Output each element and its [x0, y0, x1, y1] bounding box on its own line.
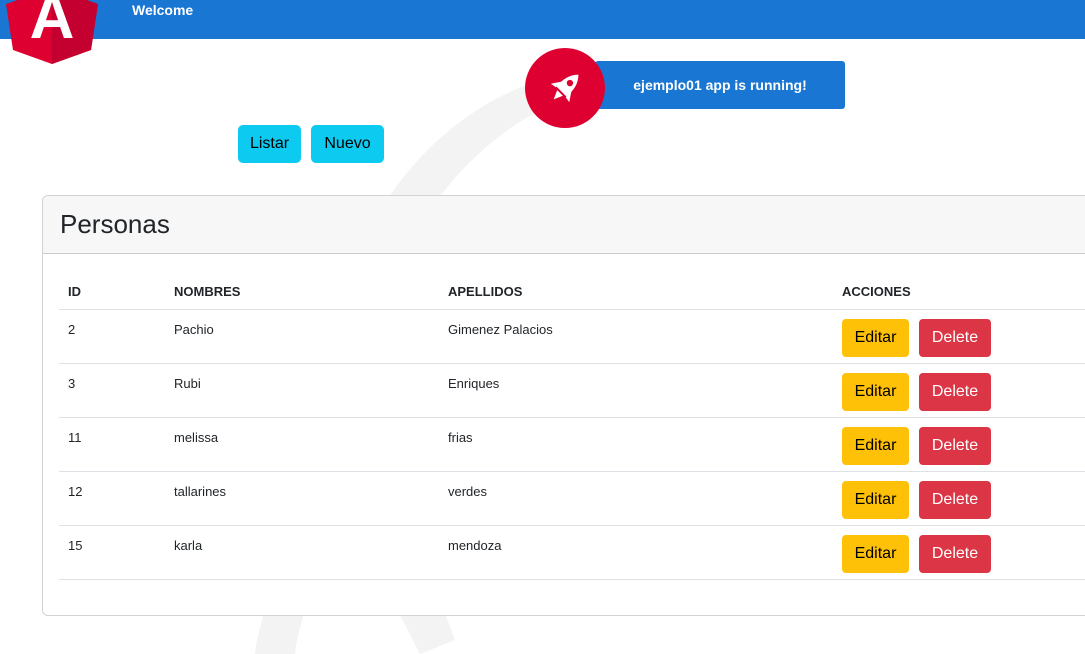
delete-button[interactable]: Delete [919, 535, 991, 573]
table-row: 3 Rubi Enriques Editar Delete [59, 363, 1085, 418]
cell-id: 3 [59, 363, 165, 418]
cell-nombres: Rubi [165, 363, 439, 418]
rocket-icon [550, 74, 579, 103]
cell-nombres: tallarines [165, 471, 439, 526]
top-toolbar: A Welcome [0, 0, 1085, 64]
header-acciones: ACCIONES [833, 273, 1085, 310]
header-nombres: NOMBRES [165, 273, 439, 310]
angular-logo-icon: A [6, 0, 98, 64]
edit-button[interactable]: Editar [842, 427, 909, 465]
rocket-badge [525, 48, 605, 128]
delete-button[interactable]: Delete [919, 373, 991, 411]
table-header-row: ID NOMBRES APELLIDOS ACCIONES [59, 273, 1085, 310]
app-running-banner: ejemplo01 app is running! [595, 61, 845, 109]
listar-button[interactable]: Listar [238, 125, 301, 163]
cell-id: 12 [59, 471, 165, 526]
personas-card: Personas ID NOMBRES APELLIDOS ACCIONES 2… [42, 195, 1085, 616]
cell-id: 2 [59, 309, 165, 364]
cell-nombres: melissa [165, 417, 439, 472]
cell-apellidos: verdes [439, 471, 833, 526]
personas-table: ID NOMBRES APELLIDOS ACCIONES 2 Pachio G… [59, 273, 1085, 580]
banner-text: ejemplo01 app is running! [633, 77, 807, 93]
card-title: Personas [60, 209, 170, 239]
cell-actions: Editar Delete [833, 471, 1085, 526]
nuevo-button[interactable]: Nuevo [311, 125, 384, 163]
cell-actions: Editar Delete [833, 309, 1085, 364]
cell-apellidos: Enriques [439, 363, 833, 418]
cell-actions: Editar Delete [833, 363, 1085, 418]
logo-letter: A [30, 0, 75, 52]
delete-button[interactable]: Delete [919, 427, 991, 465]
edit-button[interactable]: Editar [842, 481, 909, 519]
cell-id: 11 [59, 417, 165, 472]
header-apellidos: APELLIDOS [439, 273, 833, 310]
table-row: 12 tallarines verdes Editar Delete [59, 471, 1085, 526]
edit-button[interactable]: Editar [842, 373, 909, 411]
cell-apellidos: Gimenez Palacios [439, 309, 833, 364]
card-header: Personas [43, 196, 1085, 254]
table-row: 2 Pachio Gimenez Palacios Editar Delete [59, 309, 1085, 364]
header-id: ID [59, 273, 165, 310]
cell-apellidos: frias [439, 417, 833, 472]
cell-nombres: karla [165, 525, 439, 580]
delete-button[interactable]: Delete [919, 319, 991, 357]
cell-apellidos: mendoza [439, 525, 833, 580]
edit-button[interactable]: Editar [842, 535, 909, 573]
cell-nombres: Pachio [165, 309, 439, 364]
cell-id: 15 [59, 525, 165, 580]
delete-button[interactable]: Delete [919, 481, 991, 519]
table-row: 11 melissa frias Editar Delete [59, 417, 1085, 472]
table-row: 15 karla mendoza Editar Delete [59, 525, 1085, 580]
cell-actions: Editar Delete [833, 417, 1085, 472]
welcome-text: Welcome [132, 2, 194, 18]
cell-actions: Editar Delete [833, 525, 1085, 580]
edit-button[interactable]: Editar [842, 319, 909, 357]
